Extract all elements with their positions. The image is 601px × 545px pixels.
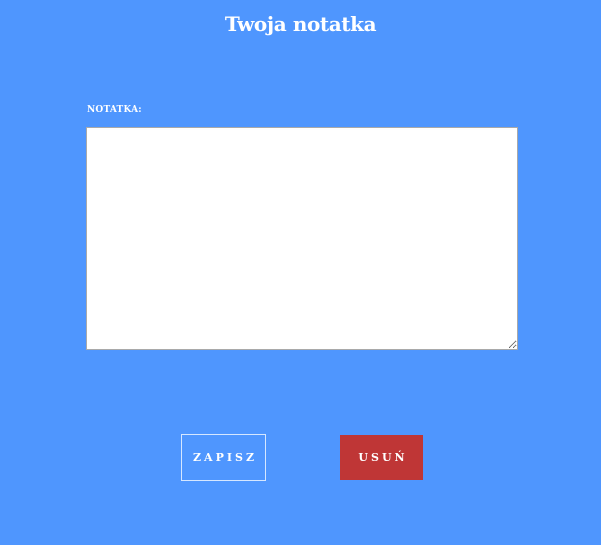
delete-button[interactable]: USUŃ: [340, 435, 423, 480]
note-textarea[interactable]: [86, 127, 518, 350]
page-title: Twoja notatka: [224, 12, 377, 36]
note-label: NOTATKA:: [87, 105, 142, 115]
save-button[interactable]: ZAPISZ: [181, 434, 266, 481]
